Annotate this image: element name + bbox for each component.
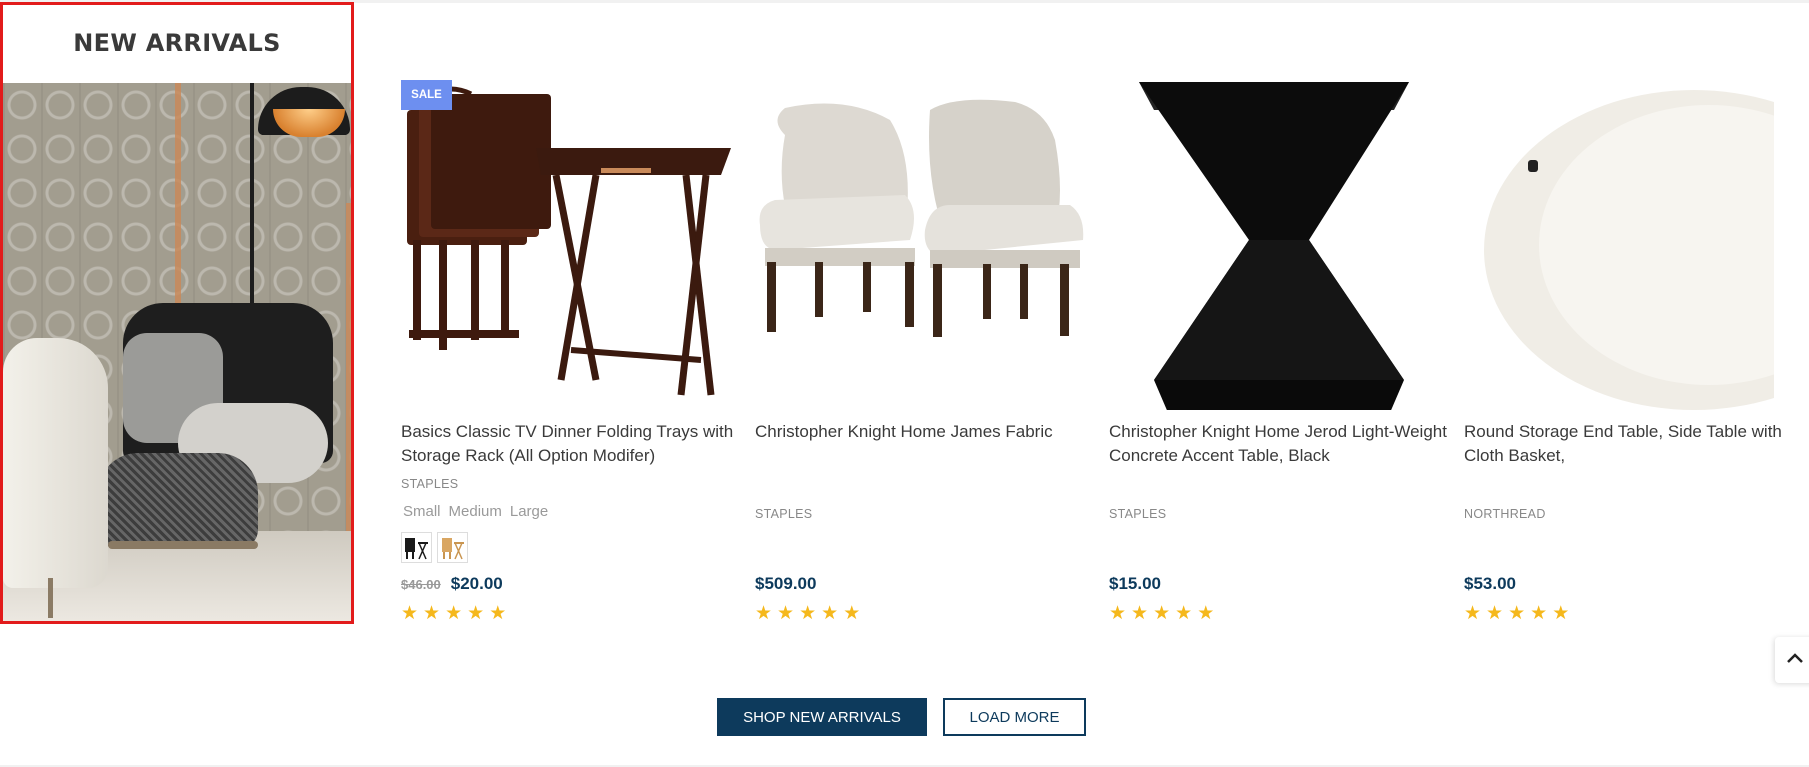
star-icon: ★ — [1153, 602, 1171, 624]
price-row: $15.00 — [1109, 574, 1161, 594]
price-row: $53.00 — [1464, 574, 1516, 594]
product-title[interactable]: Christopher Knight Home James Fabric — [755, 420, 1100, 444]
product-card[interactable]: SALE Basics Classic TV Dinner Folding Tr… — [401, 70, 733, 630]
size-option-small[interactable]: Small — [401, 503, 443, 520]
rating-stars: ★ ★ ★ ★ ★ — [1109, 603, 1214, 623]
load-more-button[interactable]: LOAD MORE — [943, 698, 1086, 736]
section-title: NEW ARRIVALS — [73, 28, 281, 57]
rating-stars: ★ ★ ★ ★ ★ — [1464, 603, 1569, 623]
star-icon: ★ — [1530, 602, 1548, 624]
product-brand: STAPLES — [401, 477, 459, 491]
price: $53.00 — [1464, 574, 1516, 593]
star-icon: ★ — [1197, 602, 1215, 624]
new-arrivals-promo-panel[interactable]: NEW ARRIVALS — [0, 2, 354, 624]
star-icon: ★ — [1552, 602, 1570, 624]
product-brand: STAPLES — [755, 507, 813, 521]
rating-stars: ★ ★ ★ ★ ★ — [401, 603, 506, 623]
size-options: Small Medium Large — [401, 503, 550, 520]
rating-stars: ★ ★ ★ ★ ★ — [755, 603, 860, 623]
size-option-medium[interactable]: Medium — [447, 503, 504, 520]
star-icon: ★ — [777, 602, 795, 624]
star-icon: ★ — [1508, 602, 1526, 624]
product-brand: NORTHREAD — [1464, 507, 1546, 521]
product-title[interactable]: Basics Classic TV Dinner Folding Trays w… — [401, 420, 746, 468]
star-icon: ★ — [843, 602, 861, 624]
product-image[interactable] — [1109, 80, 1439, 415]
product-card[interactable]: Round Storage End Table, Side Table with… — [1464, 70, 1809, 630]
star-icon: ★ — [755, 602, 773, 624]
price-row: $509.00 — [755, 574, 816, 594]
star-icon: ★ — [489, 602, 507, 624]
sale-badge: SALE — [401, 80, 452, 110]
star-icon: ★ — [401, 602, 419, 624]
star-icon: ★ — [1464, 602, 1482, 624]
shop-new-arrivals-button[interactable]: SHOP NEW ARRIVALS — [717, 698, 927, 736]
size-option-large[interactable]: Large — [508, 503, 550, 520]
original-price: $46.00 — [401, 577, 441, 592]
product-card[interactable]: Christopher Knight Home James Fabric STA… — [755, 70, 1085, 630]
product-image[interactable] — [1464, 80, 1809, 410]
color-swatches — [401, 532, 468, 563]
sale-price: $20.00 — [450, 574, 503, 593]
scroll-to-top-button[interactable] — [1775, 637, 1809, 683]
product-title[interactable]: Round Storage End Table, Side Table with… — [1464, 420, 1809, 468]
product-image[interactable] — [401, 80, 731, 410]
promo-lifestyle-image — [3, 83, 351, 621]
star-icon: ★ — [799, 602, 817, 624]
star-icon: ★ — [1175, 602, 1193, 624]
star-icon: ★ — [467, 602, 485, 624]
chevron-up-icon — [1786, 651, 1804, 669]
star-icon: ★ — [1109, 602, 1127, 624]
price: $509.00 — [755, 574, 817, 593]
star-icon: ★ — [1486, 602, 1504, 624]
star-icon: ★ — [1131, 602, 1149, 624]
product-title[interactable]: Christopher Knight Home Jerod Light-Weig… — [1109, 420, 1454, 468]
star-icon: ★ — [445, 602, 463, 624]
price: $15.00 — [1109, 574, 1161, 593]
star-icon: ★ — [821, 602, 839, 624]
product-image[interactable] — [755, 80, 1085, 410]
product-card[interactable]: Christopher Knight Home Jerod Light-Weig… — [1109, 70, 1447, 630]
price-row: $46.00 $20.00 — [401, 574, 503, 594]
star-icon: ★ — [423, 602, 441, 624]
product-brand: STAPLES — [1109, 507, 1167, 521]
swatch-black[interactable] — [401, 532, 432, 563]
swatch-natural[interactable] — [437, 532, 468, 563]
